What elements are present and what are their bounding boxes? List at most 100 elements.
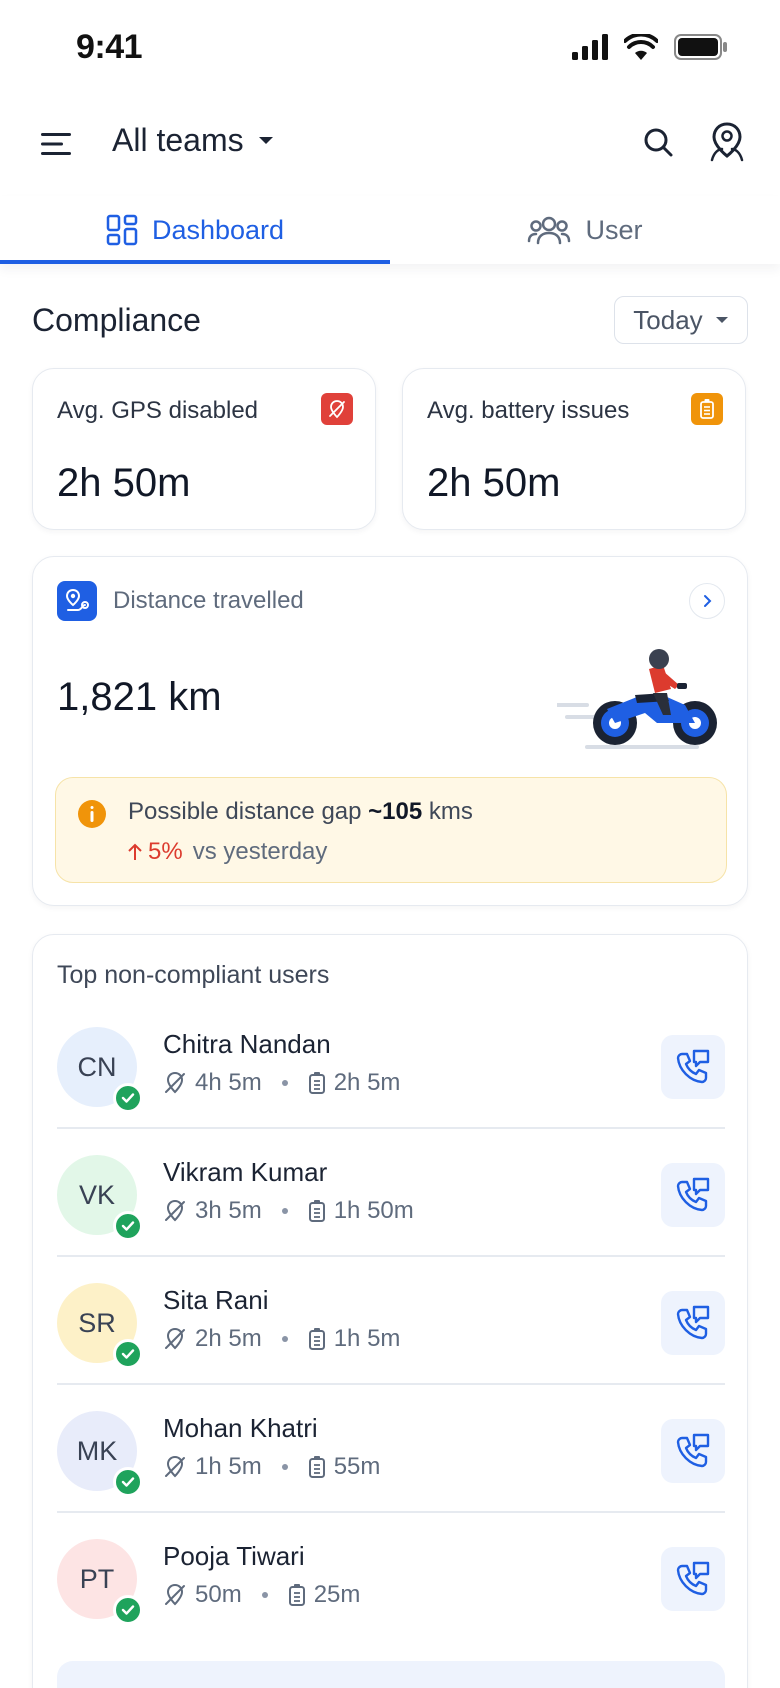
check-icon xyxy=(121,1093,135,1103)
gps-off-duration: 2h 5m xyxy=(195,1325,262,1352)
user-stats: 50m 25m xyxy=(163,1581,360,1609)
battery-duration: 55m xyxy=(333,1453,381,1480)
call-button[interactable] xyxy=(661,1547,725,1611)
route-icon xyxy=(57,581,97,621)
battery-icon xyxy=(308,1072,325,1094)
gap-prefix: Possible distance gap xyxy=(128,798,369,825)
gps-off-duration: 50m xyxy=(195,1581,242,1608)
status-bar: 9:41 xyxy=(0,0,780,96)
user-stats: 2h 5m 1h 5m xyxy=(163,1325,400,1353)
gps-off-stat: 2h 5m xyxy=(163,1325,262,1353)
gap-change-value: 5% xyxy=(148,838,183,865)
check-icon xyxy=(121,1477,135,1487)
caret-down-icon xyxy=(715,317,728,323)
info-icon xyxy=(78,800,106,828)
avatar: MK xyxy=(57,1411,143,1497)
call-icon xyxy=(676,1561,710,1596)
list-item[interactable]: CN Chitra Nandan 4h 5m 2h 5m xyxy=(57,999,725,1127)
separator-dot xyxy=(281,1080,288,1086)
battery-issues-value: 2h 50m xyxy=(427,461,561,505)
gps-off-duration: 4h 5m xyxy=(195,1069,262,1096)
user-name: Vikram Kumar xyxy=(163,1157,328,1187)
avatar: SR xyxy=(57,1283,143,1369)
avatar-initials: MK xyxy=(76,1435,118,1466)
avatar: PT xyxy=(57,1539,143,1625)
verified-badge xyxy=(113,1083,143,1113)
date-range-label: Today xyxy=(633,304,703,335)
check-icon xyxy=(121,1349,135,1359)
verified-badge xyxy=(113,1595,143,1625)
list-item[interactable]: SR Sita Rani 2h 5m 1h 5m xyxy=(57,1255,725,1383)
gps-off-icon xyxy=(165,1327,185,1350)
gps-off-icon xyxy=(329,400,345,419)
separator-dot xyxy=(281,1464,288,1470)
call-icon xyxy=(676,1305,710,1340)
battery-stat: 1h 5m xyxy=(308,1325,401,1353)
battery-duration: 1h 5m xyxy=(333,1325,401,1352)
tab-user-label: User xyxy=(585,214,643,245)
battery-stat: 2h 5m xyxy=(308,1069,401,1097)
call-button[interactable] xyxy=(661,1291,725,1355)
verified-badge xyxy=(113,1339,143,1369)
user-name: Pooja Tiwari xyxy=(163,1541,305,1571)
status-icons xyxy=(572,34,728,60)
battery-duration: 2h 5m xyxy=(333,1069,401,1096)
gap-change: 5% xyxy=(128,838,183,866)
menu-button[interactable] xyxy=(36,124,76,164)
gap-trend: 5% vs yesterday xyxy=(128,838,327,866)
call-button[interactable] xyxy=(661,1163,725,1227)
tab-bar: Dashboard User xyxy=(0,196,780,264)
view-all-strip[interactable] xyxy=(57,1661,725,1688)
battery-icon xyxy=(288,1584,305,1606)
call-button[interactable] xyxy=(661,1419,725,1483)
distance-label: Distance travelled xyxy=(113,587,304,614)
separator-dot xyxy=(281,1208,288,1214)
search-icon[interactable] xyxy=(642,126,674,158)
date-range-select[interactable]: Today xyxy=(614,296,748,344)
battery-issues-label: Avg. battery issues xyxy=(427,397,630,424)
gps-off-icon xyxy=(165,1071,185,1094)
avatar: VK xyxy=(57,1155,143,1241)
battery-duration: 1h 50m xyxy=(333,1197,414,1224)
users-icon xyxy=(528,216,571,245)
list-item[interactable]: VK Vikram Kumar 3h 5m 1h 50m xyxy=(57,1127,725,1255)
gps-off-icon xyxy=(165,1199,185,1222)
avatar-initials: CN xyxy=(77,1051,117,1082)
check-icon xyxy=(121,1605,135,1615)
team-selector-label: All teams xyxy=(112,122,244,158)
battery-stat: 1h 50m xyxy=(308,1197,414,1225)
battery-icon xyxy=(308,1200,325,1222)
call-button[interactable] xyxy=(661,1035,725,1099)
avatar-initials: PT xyxy=(79,1563,115,1594)
gps-off-stat: 3h 5m xyxy=(163,1197,262,1225)
battery-issues-card[interactable]: Avg. battery issues 2h 50m xyxy=(402,368,746,530)
caret-down-icon xyxy=(258,136,273,144)
motorbike-illustration xyxy=(557,649,717,749)
user-stats: 4h 5m 2h 5m xyxy=(163,1069,400,1097)
tab-user[interactable]: User xyxy=(390,196,780,264)
verified-badge xyxy=(113,1467,143,1497)
user-name: Chitra Nandan xyxy=(163,1029,331,1059)
battery-icon xyxy=(308,1328,325,1350)
gap-value: ~105 xyxy=(368,798,423,825)
gps-disabled-card[interactable]: Avg. GPS disabled 2h 50m xyxy=(32,368,376,530)
avatar-initials: SR xyxy=(78,1307,116,1338)
list-item[interactable]: MK Mohan Khatri 1h 5m 55m xyxy=(57,1383,725,1511)
call-icon xyxy=(676,1049,710,1084)
wifi-icon xyxy=(624,34,658,60)
dashboard-icon xyxy=(106,214,138,246)
user-name: Mohan Khatri xyxy=(163,1413,318,1443)
gap-suffix: kms xyxy=(422,798,473,825)
gps-off-stat: 50m xyxy=(163,1581,242,1609)
compliance-header: Compliance Today xyxy=(32,296,748,344)
distance-details-button[interactable] xyxy=(689,583,725,619)
list-item[interactable]: PT Pooja Tiwari 50m 25m xyxy=(57,1511,725,1639)
distance-card: Distance travelled 1,821 km Possible dis… xyxy=(32,556,748,906)
gps-off-duration: 3h 5m xyxy=(195,1197,262,1224)
map-pin-people-icon[interactable] xyxy=(710,122,744,162)
team-selector[interactable]: All teams xyxy=(112,122,274,159)
gps-off-duration: 1h 5m xyxy=(195,1453,262,1480)
header-actions xyxy=(642,122,744,162)
tab-dashboard[interactable]: Dashboard xyxy=(0,196,390,264)
users-title: Top non-compliant users xyxy=(57,961,330,989)
